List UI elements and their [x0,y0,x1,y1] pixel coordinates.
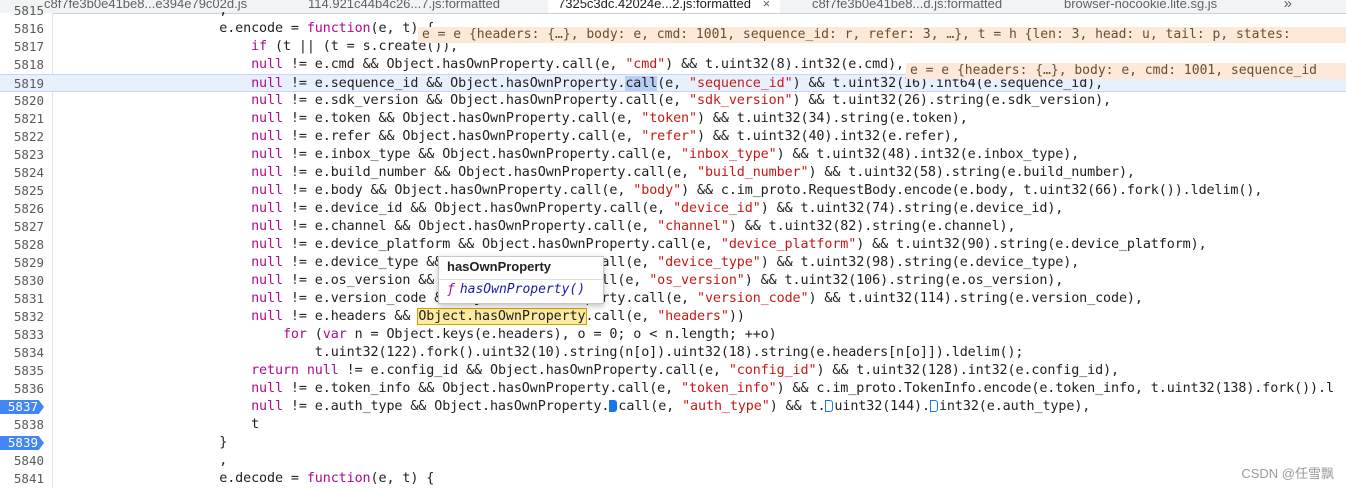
line-number[interactable]: 5838 [0,416,44,434]
line-number[interactable]: 5836 [0,380,44,398]
line-number[interactable]: 5816 [0,20,44,38]
code-text: null != e.cmd && Object.hasOwnProperty.c… [251,57,904,72]
tooltip-divider [439,279,603,280]
code-text: null != e.token_info && Object.hasOwnPro… [251,381,1334,396]
line-number[interactable]: 5815 [0,2,44,20]
code-text: t [60,417,260,432]
code-text: , [60,3,228,18]
line-number[interactable]: 5827 [0,218,44,236]
code-text: e.encode = function(e, t) { [60,21,435,36]
line-number[interactable]: 5818 [0,56,44,74]
line-number[interactable]: 5833 [0,326,44,344]
code-text: , [60,453,228,468]
code-line-5838[interactable]: 5838 t [0,416,1346,434]
code-line-5841[interactable]: 5841 e.decode = function(e, t) { [0,470,1346,488]
code-line-5827[interactable]: 5827 null != e.channel && Object.hasOwnP… [0,218,1346,236]
code-text: null != e.headers && Object.hasOwnProper… [251,308,745,325]
breakpoint-marker[interactable]: 5837 [0,400,44,414]
code-text: null != e.channel && Object.hasOwnProper… [251,219,1016,234]
code-line-5830[interactable]: 5830 null != e.os_version && Ob call(e, … [0,272,1346,290]
code-line-5823[interactable]: 5823 null != e.inbox_type && Object.hasO… [0,146,1346,164]
line-number[interactable]: 5835 [0,362,44,380]
line-number[interactable]: 5820 [0,92,44,110]
code-text: null != e.refer && Object.hasOwnProperty… [251,129,960,144]
line-number[interactable]: 5832 [0,308,44,326]
code-line-5821[interactable]: 5821 null != e.token && Object.hasOwnPro… [0,110,1346,128]
hover-tooltip: hasOwnProperty ƒ hasOwnProperty() [438,256,604,304]
line-number[interactable]: 5834 [0,344,44,362]
code-text: null != e.auth_type && Object.hasOwnProp… [251,399,1091,414]
code-text: null != e.sdk_version && Object.hasOwnPr… [251,93,1112,108]
breakpoint-marker[interactable]: 5839 [0,436,44,450]
line-number[interactable]: 5826 [0,200,44,218]
line-number[interactable]: 5828 [0,236,44,254]
tooltip-title: hasOwnProperty [447,259,552,274]
code-line-5829[interactable]: 5829 null != e.device_type && Ob call(e,… [0,254,1346,272]
code-text: } [60,435,228,450]
code-text: null != e.device_id && Object.hasOwnProp… [251,201,1064,216]
code-line-5835[interactable]: 5835 return null != e.config_id && Objec… [0,362,1346,380]
code-text: null != e.inbox_type && Object.hasOwnPro… [251,147,1080,162]
code-text: null != e.token && Object.hasOwnProperty… [251,111,968,126]
inline-value-hint: e = e {headers: {…}, body: e, cmd: 1001,… [418,27,1346,43]
code-text: null != e.build_number && Object.hasOwnP… [251,165,1135,180]
code-line-5815[interactable]: 5815 , [0,2,1346,20]
function-icon: ƒ [447,282,455,297]
tooltip-signature-text: hasOwnProperty() [459,282,586,297]
line-number[interactable]: 5830 [0,272,44,290]
code-line-5820[interactable]: 5820 null != e.sdk_version && Object.has… [0,92,1346,110]
tooltip-signature: ƒ hasOwnProperty() [447,282,585,297]
code-line-5828[interactable]: 5828 null != e.device_platform && Object… [0,236,1346,254]
code-text: if (t || (t = s.create()), [251,39,459,54]
code-line-5836[interactable]: 5836 null != e.token_info && Object.hasO… [0,380,1346,398]
code-line-5826[interactable]: 5826 null != e.device_id && Object.hasOw… [0,200,1346,218]
code-line-5824[interactable]: 5824 null != e.build_number && Object.ha… [0,164,1346,182]
code-line-5825[interactable]: 5825 null != e.body && Object.hasOwnProp… [0,182,1346,200]
code-line-5833[interactable]: 5833 for (var n = Object.keys(e.headers)… [0,326,1346,344]
code-text: e.decode = function(e, t) { [60,471,435,486]
code-text: null != e.body && Object.hasOwnProperty.… [251,183,1263,198]
line-number[interactable]: 5821 [0,110,44,128]
line-number[interactable]: 5822 [0,128,44,146]
code-line-5832[interactable]: 5832 null != e.headers && Object.hasOwnP… [0,308,1346,326]
code-line-5822[interactable]: 5822 null != e.refer && Object.hasOwnPro… [0,128,1346,146]
code-line-5837[interactable]: 5837 null != e.auth_type && Object.hasOw… [0,398,1346,416]
code-line-5831[interactable]: 5831 null != e.version_code && Object.ha… [0,290,1346,308]
code-text: t.uint32(122).fork().uint32(10).string(n… [60,345,1024,360]
line-number[interactable]: 5819 [0,75,44,93]
line-number[interactable]: 5817 [0,38,44,56]
line-number[interactable]: 5841 [0,470,44,488]
line-number[interactable]: 5824 [0,164,44,182]
line-number[interactable]: 5829 [0,254,44,272]
code-text: return null != e.config_id && Object.has… [251,363,1119,378]
watermark: CSDN @任雪飘 [1241,466,1334,481]
code-line-5839[interactable]: 5839 } [0,434,1346,452]
line-number[interactable]: 5831 [0,290,44,308]
inline-value-hint: e = e {headers: {…}, body: e, cmd: 1001,… [906,63,1346,79]
code-line-5834[interactable]: 5834 t.uint32(122).fork().uint32(10).str… [0,344,1346,362]
code-text: for (var n = Object.keys(e.headers), o =… [282,327,777,342]
line-number[interactable]: 5840 [0,452,44,470]
code-text: null != e.device_platform && Object.hasO… [251,237,1207,252]
line-number[interactable]: 5825 [0,182,44,200]
line-number[interactable]: 5823 [0,146,44,164]
code-line-5840[interactable]: 5840 , [0,452,1346,470]
